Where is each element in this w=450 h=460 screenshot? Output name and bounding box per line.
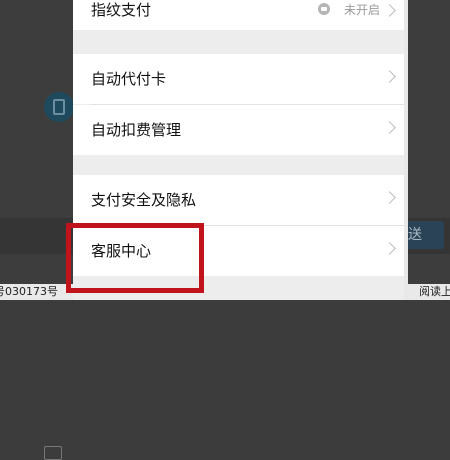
chevron-right-icon <box>383 4 396 17</box>
lock-icon <box>318 3 330 15</box>
chevron-right-icon <box>383 70 396 83</box>
send-button: 送 <box>404 221 444 249</box>
avatar <box>44 92 74 122</box>
chevron-right-icon <box>383 121 396 134</box>
bottom-left-text: 号030173号 <box>0 285 58 298</box>
row-auto-pay-card[interactable]: 自动代付卡 <box>73 54 404 104</box>
row-auto-deduct[interactable]: 自动扣费管理 <box>73 105 404 155</box>
row-security-privacy[interactable]: 支付安全及隐私 <box>73 175 404 225</box>
folder-icon <box>44 446 62 460</box>
row-fingerprint-pay[interactable]: 指纹支付 未开启 <box>73 0 404 30</box>
row-label: 指纹支付 <box>91 1 152 19</box>
highlight-box <box>66 223 204 293</box>
phone-icon <box>53 99 65 115</box>
chevron-right-icon <box>383 191 396 204</box>
row-label: 支付安全及隐私 <box>91 191 197 209</box>
row-label: 自动代付卡 <box>91 70 167 88</box>
fingerprint-status: 未开启 <box>343 3 380 17</box>
row-label: 自动扣费管理 <box>91 121 182 139</box>
bottom-right-text: 阅读上 <box>419 285 450 298</box>
chevron-right-icon <box>383 242 396 255</box>
panel-edge <box>404 0 408 300</box>
